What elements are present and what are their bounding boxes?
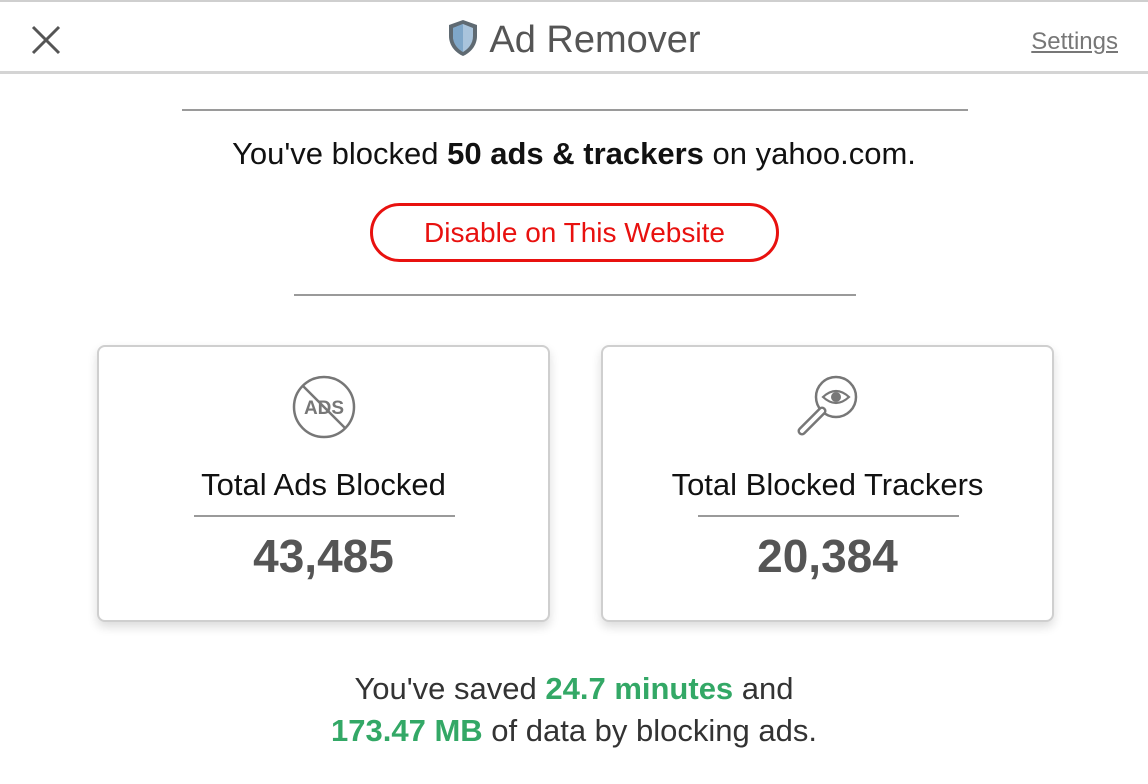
top-divider [182,109,968,111]
savings-prefix: You've saved [354,671,546,706]
blocked-count: 50 ads & trackers [447,136,704,171]
ads-blocked-card: ADS Total Ads Blocked 43,485 [97,345,550,622]
disable-on-site-button[interactable]: Disable on This Website [370,203,779,262]
middle-divider [294,294,856,296]
card-divider [194,515,455,517]
app-title: Ad Remover [489,19,701,61]
ads-blocked-count: 43,485 [253,530,394,582]
shield-icon [447,18,479,70]
data-saved: 173.47 MB [331,713,483,748]
no-ads-icon: ADS [99,373,548,441]
savings-line2-suffix: of data by blocking ads. [482,713,817,748]
site-domain: yahoo.com [755,136,908,171]
card-divider [698,515,959,517]
magnifier-eye-icon [603,373,1052,441]
savings-line1-suffix: and [733,671,794,706]
trackers-blocked-card: Total Blocked Trackers 20,384 [601,345,1054,622]
settings-link[interactable]: Settings [1031,28,1118,56]
ads-blocked-label: Total Ads Blocked [201,467,446,502]
savings-line-2: 173.47 MB of data by blocking ads. [0,710,1148,752]
summary-suffix: . [907,136,916,171]
summary-prefix: You've blocked [232,136,448,171]
savings-summary: You've saved 24.7 minutes and 173.47 MB … [0,668,1148,752]
blocked-summary: You've blocked 50 ads & trackers on yaho… [0,136,1148,172]
summary-middle: on [703,136,756,171]
header-bar: Ad Remover Settings [0,0,1148,74]
trackers-blocked-label: Total Blocked Trackers [671,467,984,502]
trackers-blocked-count: 20,384 [757,530,898,582]
app-title-area: Ad Remover [0,16,1148,70]
savings-line-1: You've saved 24.7 minutes and [0,668,1148,710]
time-saved: 24.7 minutes [545,671,734,706]
